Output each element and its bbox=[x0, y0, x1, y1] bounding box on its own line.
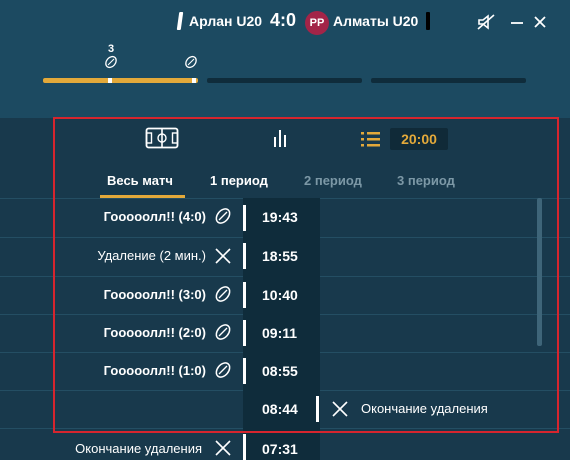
minimize-icon bbox=[511, 22, 523, 24]
away-team-name: Алматы U20 bbox=[333, 13, 419, 29]
event-time: 19:43 bbox=[262, 209, 298, 225]
event-time: 09:11 bbox=[262, 325, 298, 341]
live-badge: РР bbox=[305, 11, 329, 35]
event-divider bbox=[243, 358, 246, 384]
event-time: 18:55 bbox=[262, 248, 298, 264]
event-label: Удаление (2 мин.) bbox=[97, 248, 206, 263]
penalty-x-icon bbox=[332, 401, 348, 417]
puck-icon bbox=[185, 55, 197, 69]
event-time: 08:44 bbox=[262, 401, 298, 417]
event-divider bbox=[243, 243, 246, 269]
minimize-button[interactable] bbox=[507, 12, 527, 32]
tab-period-2[interactable]: 2 период bbox=[304, 173, 362, 188]
puck-icon bbox=[215, 208, 231, 224]
event-label: Гооооолл!! (1:0) bbox=[103, 363, 206, 378]
timeline-marker bbox=[192, 78, 196, 83]
puck-icon bbox=[105, 55, 117, 69]
event-label: Окончание удаления bbox=[75, 441, 202, 456]
puck-icon bbox=[215, 286, 231, 302]
close-button[interactable] bbox=[530, 12, 550, 32]
event-time: 08:55 bbox=[262, 363, 298, 379]
period-3-progress-track bbox=[371, 78, 526, 83]
event-label: Окончание удаления bbox=[361, 401, 488, 416]
field-icon[interactable] bbox=[145, 127, 179, 149]
match-timer: 20:00 bbox=[390, 128, 448, 150]
event-divider bbox=[243, 320, 246, 346]
event-label: Гооооолл!! (2:0) bbox=[103, 325, 206, 340]
period-2-progress-track bbox=[207, 78, 362, 83]
score: 4:0 bbox=[270, 10, 297, 30]
event-divider bbox=[243, 282, 246, 308]
period-1-progress-fill bbox=[43, 78, 198, 83]
event-label: Гооооолл!! (3:0) bbox=[103, 287, 206, 302]
event-divider bbox=[243, 434, 246, 460]
penalty-x-icon bbox=[215, 440, 231, 456]
stats-icon[interactable] bbox=[272, 127, 288, 149]
home-team-name: Арлан U20 bbox=[189, 13, 263, 29]
event-time: 10:40 bbox=[262, 287, 298, 303]
tab-whole-match[interactable]: Весь матч bbox=[107, 173, 173, 188]
close-icon bbox=[534, 16, 546, 28]
event-label: Гооооолл!! (4:0) bbox=[103, 209, 206, 224]
puck-icon bbox=[215, 324, 231, 340]
mute-button[interactable] bbox=[476, 12, 496, 32]
penalty-x-icon bbox=[215, 248, 231, 264]
timeline-marker bbox=[108, 78, 112, 83]
tab-period-1[interactable]: 1 период bbox=[210, 173, 268, 188]
list-icon[interactable] bbox=[361, 131, 381, 147]
tab-period-3[interactable]: 3 период bbox=[397, 173, 455, 188]
event-divider bbox=[316, 396, 319, 422]
away-team-flag bbox=[426, 12, 430, 30]
mute-icon bbox=[477, 14, 495, 30]
scrollbar[interactable] bbox=[537, 198, 542, 346]
event-time: 07:31 bbox=[262, 441, 298, 457]
puck-icon bbox=[215, 362, 231, 378]
event-divider bbox=[243, 205, 246, 231]
